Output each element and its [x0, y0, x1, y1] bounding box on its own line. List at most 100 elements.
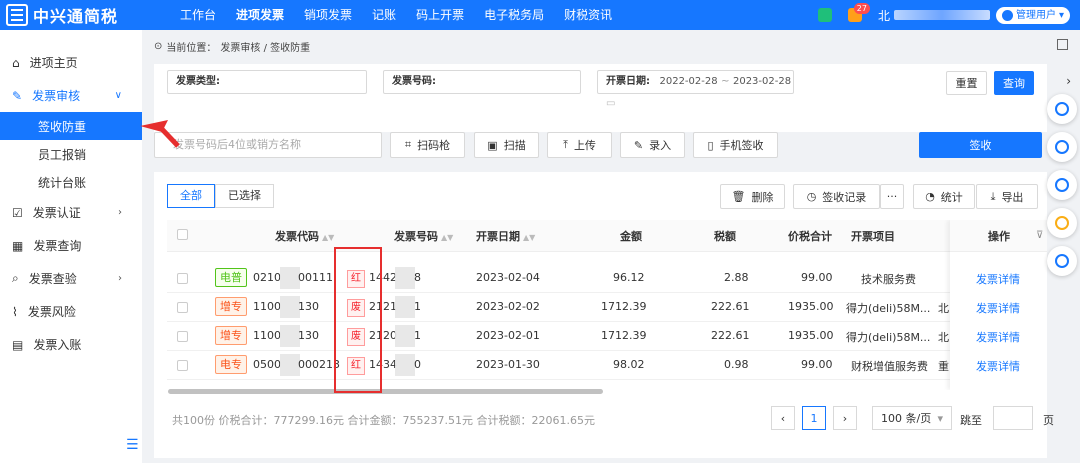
more-button[interactable]: ···: [880, 184, 904, 209]
table-row[interactable]: 电专 0500 000213 红 1434 0 2023-01-30 98.02…: [167, 351, 1047, 380]
app-logo[interactable]: 中兴通简税: [6, 3, 118, 27]
table-header: 发票代码 ▲▼ 发票号码 ▲▼ 开票日期 ▲▼ 金额 税额 价税合计 开票项目: [167, 220, 1047, 252]
phone-icon: ▯: [707, 138, 714, 152]
page-size-select[interactable]: 100 条/页 ▾: [872, 406, 952, 430]
row-checkbox[interactable]: [177, 273, 188, 284]
fullscreen-icon[interactable]: [1057, 39, 1068, 50]
table-row[interactable]: 增专 1100 130 废 2121 1 2023-02-02 1712.39 …: [167, 293, 1047, 322]
amount: 98.02: [613, 358, 645, 371]
row-checkbox[interactable]: [177, 302, 188, 313]
table-row[interactable]: 增专 1100 130 废 2120 1 2023-02-01 1712.39 …: [167, 322, 1047, 351]
operation-column: 操作 ⊽ 发票详情 发票详情 发票详情 发票详情: [950, 220, 1047, 390]
sidebar-item-input-home[interactable]: ⌂ 进项主页: [0, 46, 142, 79]
invoice-detail-link[interactable]: 发票详情: [976, 329, 1020, 345]
sidebar-item-invoice-review[interactable]: ✎ 发票审核 ∨: [0, 79, 142, 112]
upload-button[interactable]: ⤒ 上传: [547, 132, 612, 158]
entry-button[interactable]: ✎ 录入: [620, 132, 685, 158]
prev-page-button[interactable]: ‹: [771, 406, 795, 430]
page-number[interactable]: 1: [802, 406, 826, 430]
nav-item-input-invoice[interactable]: 进项发票: [226, 0, 294, 30]
col-invoice-date[interactable]: 开票日期 ▲▼: [476, 228, 535, 244]
row-checkbox[interactable]: [177, 360, 188, 371]
nav-item-workbench[interactable]: 工作台: [170, 0, 226, 30]
invoice-item: 得力(deli)58M...: [846, 302, 931, 315]
date-from: 2022-02-28: [659, 76, 718, 87]
tab-all[interactable]: 全部: [167, 184, 215, 208]
menu-collapse-icon[interactable]: ☰: [126, 437, 139, 453]
invoice-date-range[interactable]: 开票日期: 2022-02-28 ~ 2023-02-28 ▭: [597, 70, 794, 109]
stats-label: 统计: [940, 190, 963, 204]
sidebar-subitem-sign-dedup[interactable]: 签收防重: [0, 112, 142, 140]
invoice-number-input[interactable]: 发票号码:: [383, 70, 581, 94]
scan-button[interactable]: ▣ 扫描: [474, 132, 539, 158]
sidebar-item-invoice-posting[interactable]: ▤ 发票入账: [0, 328, 142, 361]
nav-item-bookkeeping[interactable]: 记账: [362, 0, 406, 30]
pen-icon: ✎: [633, 138, 644, 152]
scanner-icon: ▣: [487, 138, 498, 152]
sidebar-item-invoice-verify[interactable]: ⌕ 发票查验 ›: [0, 262, 142, 295]
total: 99.00: [801, 358, 833, 371]
user-role: 管理用户: [1015, 9, 1056, 21]
col-total: 价税合计: [788, 230, 832, 243]
nav-item-tax-news[interactable]: 财税资讯: [554, 0, 622, 30]
refresh-icon[interactable]: [817, 8, 832, 22]
sidebar-subitem-stats-ledger[interactable]: 统计台账: [0, 168, 142, 196]
sign-button[interactable]: 签收: [919, 132, 1042, 158]
export-button[interactable]: ⤓ 导出: [976, 184, 1038, 209]
nav-item-output-invoice[interactable]: 销项发票: [294, 0, 362, 30]
phone-call-icon[interactable]: [1047, 94, 1077, 124]
delete-button[interactable]: 🗑 删除: [720, 184, 785, 209]
user-menu[interactable]: 管理用户 ▾: [995, 6, 1070, 24]
invoice-detail-link[interactable]: 发票详情: [976, 358, 1020, 374]
redacted-mask: [280, 296, 300, 318]
invoice-detail-link[interactable]: 发票详情: [976, 271, 1020, 287]
select-all-checkbox[interactable]: [177, 229, 188, 240]
filter-icon[interactable]: ⊽: [1036, 230, 1043, 241]
col-invoice-number[interactable]: 发票号码 ▲▼: [394, 228, 453, 244]
bell-icon[interactable]: 27: [847, 3, 870, 22]
nav-item-qr-invoicing[interactable]: 码上开票: [406, 0, 474, 30]
invoice-number-tail: 1: [414, 329, 421, 342]
sidebar-item-label: 发票审核: [32, 89, 81, 103]
chat-icon[interactable]: [1047, 170, 1077, 200]
reset-button[interactable]: 重置: [946, 71, 987, 95]
redacted-mask: [395, 267, 415, 289]
sidebar-item-label: 进项主页: [29, 56, 78, 70]
sign-records-label: 签收记录: [822, 190, 867, 204]
message-icon[interactable]: [1047, 246, 1077, 276]
scan-gun-button[interactable]: ⌗ 扫码枪: [390, 132, 465, 158]
redacted-mask: [280, 325, 300, 347]
next-page-button[interactable]: ›: [833, 406, 857, 430]
nav-item-e-tax-bureau[interactable]: 电子税务局: [474, 0, 554, 30]
invoice-item: 技术服务费: [861, 273, 916, 286]
stats-button[interactable]: ◔ 统计: [913, 184, 975, 209]
chevron-left-icon: ‹: [780, 411, 786, 425]
chevron-right-icon: ›: [118, 273, 122, 284]
invoice-detail-link[interactable]: 发票详情: [976, 300, 1020, 316]
tax: 222.61: [711, 329, 750, 342]
phone-sign-button[interactable]: ▯ 手机签收: [693, 132, 778, 158]
coin-icon[interactable]: [1047, 208, 1077, 238]
invoice-type-select[interactable]: 发票类型:: [167, 70, 367, 94]
sidebar-item-invoice-risk[interactable]: ⌇ 发票风险: [0, 295, 142, 328]
query-button[interactable]: 查询: [994, 71, 1034, 95]
notification-badge: 27: [853, 3, 870, 14]
table-row[interactable]: 电普 0210 00111 红 1442 8 2023-02-04 96.12 …: [167, 264, 1047, 293]
tab-selected[interactable]: 已选择: [215, 184, 274, 208]
col-invoice-code[interactable]: 发票代码 ▲▼: [275, 228, 334, 244]
headset-icon[interactable]: [1047, 132, 1077, 162]
invoice-date: 2023-02-02: [476, 300, 540, 313]
invoice-code-tail: 00111: [298, 271, 333, 284]
sidebar-item-invoice-certify[interactable]: ☑ 发票认证 ›: [0, 196, 142, 229]
date-to: 2023-02-28: [732, 76, 792, 87]
invoice-type-tag: 电普: [215, 268, 247, 287]
row-checkbox[interactable]: [177, 331, 188, 342]
horizontal-scrollbar[interactable]: [168, 389, 603, 394]
upload-label: 上传: [573, 139, 596, 152]
sidebar-subitem-employee-reimburse[interactable]: 员工报销: [0, 140, 142, 168]
goto-page-input[interactable]: [993, 406, 1033, 430]
sign-records-button[interactable]: ◷ 签收记录: [793, 184, 880, 209]
sidebar-item-invoice-query[interactable]: ▦ 发票查询: [0, 229, 142, 262]
chevron-right-icon[interactable]: ›: [1066, 74, 1071, 88]
invoice-date: 2023-02-04: [476, 271, 540, 284]
